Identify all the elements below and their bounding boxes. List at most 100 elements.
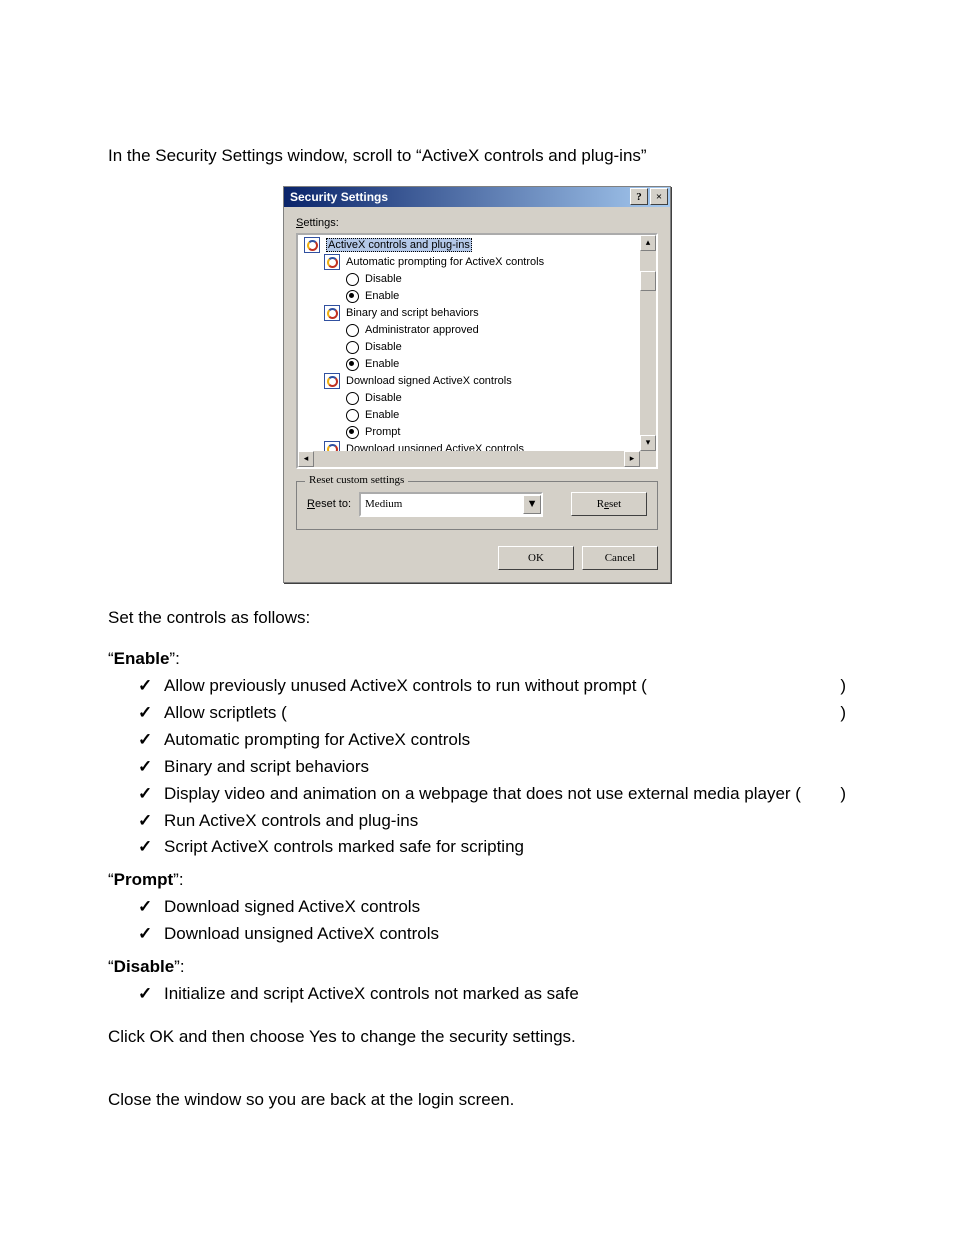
reset-to-value: Medium: [361, 498, 523, 510]
list-item-suffix: ): [840, 702, 846, 725]
settings-listbox[interactable]: ActiveX controls and plug-ins Automatic …: [296, 233, 658, 469]
click-ok-text: Click OK and then choose Yes to change t…: [108, 1026, 846, 1049]
scroll-corner: [640, 451, 656, 467]
intro-text: In the Security Settings window, scroll …: [108, 145, 846, 168]
security-settings-dialog: Security Settings ? × SSettings:ettings:…: [283, 186, 671, 583]
list-item-text: Display video and animation on a webpage…: [164, 783, 801, 806]
list-item: Binary and script behaviors: [108, 754, 846, 781]
list-item-text: Allow scriptlets (: [164, 702, 287, 725]
radio-option[interactable]: Disable: [302, 339, 640, 356]
radio-option[interactable]: Disable: [302, 390, 640, 407]
scroll-left-button[interactable]: ◂: [298, 451, 314, 467]
list-item-suffix: ): [840, 783, 846, 806]
tree-root-activex[interactable]: ActiveX controls and plug-ins: [302, 237, 640, 254]
list-item: Script ActiveX controls marked safe for …: [108, 834, 846, 861]
list-item-text: Download unsigned ActiveX controls: [164, 923, 439, 946]
radio-option[interactable]: Enable: [302, 407, 640, 424]
list-item: Initialize and script ActiveX controls n…: [108, 981, 846, 1008]
scroll-right-button[interactable]: ▸: [624, 451, 640, 467]
horizontal-scrollbar[interactable]: ◂ ▸: [298, 451, 656, 467]
tree-group-binary-script[interactable]: Binary and script behaviors: [302, 305, 640, 322]
list-item: Download signed ActiveX controls: [108, 894, 846, 921]
chevron-left-icon: ◂: [304, 453, 309, 464]
scroll-down-button[interactable]: ▾: [640, 435, 656, 451]
help-icon: ?: [636, 191, 642, 203]
scroll-thumb[interactable]: [640, 271, 656, 291]
chevron-up-icon: ▴: [646, 237, 651, 248]
radio-option[interactable]: Enable: [302, 356, 640, 373]
settings-tree: ActiveX controls and plug-ins Automatic …: [298, 235, 640, 451]
activex-icon: [324, 254, 340, 270]
reset-legend: Reset custom settings: [305, 474, 408, 486]
list-item-text: Binary and script behaviors: [164, 756, 369, 779]
radio-icon: [346, 426, 359, 439]
ok-button[interactable]: OK: [498, 546, 574, 570]
tree-group-label: Download signed ActiveX controls: [346, 375, 512, 387]
activex-icon: [324, 441, 340, 451]
help-button[interactable]: ?: [630, 188, 648, 205]
list-item-text: Download signed ActiveX controls: [164, 896, 420, 919]
list-item: Allow scriptlets ( ): [108, 700, 846, 727]
list-item: Download unsigned ActiveX controls: [108, 921, 846, 948]
titlebar: Security Settings ? ×: [284, 187, 670, 207]
reset-fieldset: Reset custom settings Reset to: Medium ▼…: [296, 481, 658, 530]
dropdown-button[interactable]: ▼: [523, 495, 541, 514]
tree-group-download-signed[interactable]: Download signed ActiveX controls: [302, 373, 640, 390]
radio-icon: [346, 358, 359, 371]
prompt-list: Download signed ActiveX controls Download…: [108, 894, 846, 948]
enable-list: Allow previously unused ActiveX controls…: [108, 673, 846, 862]
radio-option[interactable]: Disable: [302, 271, 640, 288]
dialog-button-row: OK Cancel: [296, 546, 658, 570]
list-item: Run ActiveX controls and plug-ins: [108, 808, 846, 835]
chevron-down-icon: ▾: [646, 437, 651, 448]
disable-heading: “Disable”:: [108, 956, 846, 979]
dialog-title: Security Settings: [290, 190, 388, 204]
reset-to-combo[interactable]: Medium ▼: [359, 492, 543, 517]
list-item: Automatic prompting for ActiveX controls: [108, 727, 846, 754]
reset-button[interactable]: Reset: [571, 492, 647, 516]
set-controls-text: Set the controls as follows:: [108, 607, 846, 630]
list-item-text: Allow previously unused ActiveX controls…: [164, 675, 647, 698]
document-page: In the Security Settings window, scroll …: [0, 0, 954, 1235]
vertical-scrollbar[interactable]: ▴ ▾: [640, 235, 656, 451]
radio-icon: [346, 409, 359, 422]
list-item-text: Automatic prompting for ActiveX controls: [164, 729, 470, 752]
radio-icon: [346, 324, 359, 337]
activex-icon: [304, 237, 320, 253]
list-item-text: Script ActiveX controls marked safe for …: [164, 836, 524, 859]
close-icon: ×: [656, 191, 662, 203]
prompt-heading: “Prompt”:: [108, 869, 846, 892]
activex-icon: [324, 305, 340, 321]
tree-group-label: Automatic prompting for ActiveX controls: [346, 256, 544, 268]
enable-heading: “Enable”:: [108, 648, 846, 671]
radio-icon: [346, 392, 359, 405]
radio-option[interactable]: Administrator approved: [302, 322, 640, 339]
list-item-text: Initialize and script ActiveX controls n…: [164, 983, 579, 1006]
radio-icon: [346, 290, 359, 303]
disable-list: Initialize and script ActiveX controls n…: [108, 981, 846, 1008]
chevron-down-icon: ▼: [523, 498, 542, 510]
tree-group-download-unsigned[interactable]: Download unsigned ActiveX controls: [302, 441, 640, 451]
radio-option[interactable]: Enable: [302, 288, 640, 305]
tree-root-label: ActiveX controls and plug-ins: [326, 238, 472, 252]
list-item-text: Run ActiveX controls and plug-ins: [164, 810, 418, 833]
dialog-screenshot: Security Settings ? × SSettings:ettings:…: [283, 186, 671, 583]
activex-icon: [324, 373, 340, 389]
list-item: Allow previously unused ActiveX controls…: [108, 673, 846, 700]
list-item: Display video and animation on a webpage…: [108, 781, 846, 808]
close-button[interactable]: ×: [650, 188, 668, 205]
tree-group-auto-prompt[interactable]: Automatic prompting for ActiveX controls: [302, 254, 640, 271]
scroll-up-button[interactable]: ▴: [640, 235, 656, 251]
close-window-text: Close the window so you are back at the …: [108, 1089, 846, 1112]
chevron-right-icon: ▸: [630, 453, 635, 464]
tree-group-label: Download unsigned ActiveX controls: [346, 443, 524, 451]
cancel-button[interactable]: Cancel: [582, 546, 658, 570]
tree-group-label: Binary and script behaviors: [346, 307, 479, 319]
radio-icon: [346, 273, 359, 286]
reset-to-label: Reset to:: [307, 498, 351, 510]
dialog-body: SSettings:ettings: ActiveX controls and …: [284, 207, 670, 582]
settings-label: SSettings:ettings:: [296, 217, 658, 229]
list-item-suffix: ): [840, 675, 846, 698]
radio-icon: [346, 341, 359, 354]
radio-option[interactable]: Prompt: [302, 424, 640, 441]
